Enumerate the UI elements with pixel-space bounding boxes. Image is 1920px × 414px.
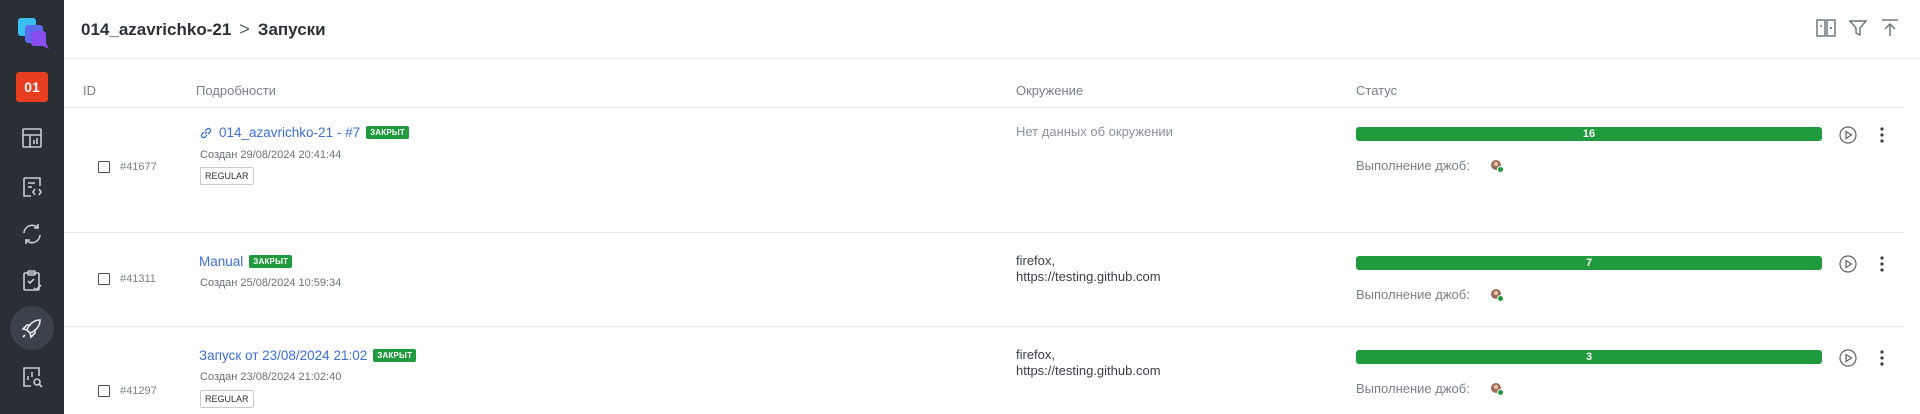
status-badge: ЗАКРЫТ (373, 349, 417, 362)
launch-id: #41311 (120, 273, 156, 285)
project-badge[interactable]: 01 (16, 72, 48, 102)
launch-tag: REGULAR (200, 167, 254, 185)
launch-title-text[interactable]: Manual (199, 254, 243, 269)
column-id: ID (83, 83, 96, 98)
launches-icon (21, 319, 41, 339)
run-icon[interactable] (1838, 125, 1858, 145)
row-checkbox[interactable] (98, 273, 110, 285)
column-status: Статус (1356, 83, 1398, 98)
breadcrumb-separator: > (239, 19, 250, 39)
sync-icon (23, 224, 41, 244)
table-row[interactable]: #41311 Manual ЗАКРЫТ Создан 25/08/2024 1… (64, 233, 1904, 327)
page-header: 014_azavrichko-21 > Запуски (64, 0, 1920, 59)
environment-line: https://testing.github.com (1016, 363, 1161, 378)
app-logo[interactable] (16, 16, 50, 50)
environment-line: https://testing.github.com (1016, 269, 1161, 284)
user-avatar[interactable] (1490, 159, 1504, 173)
upload-icon[interactable] (1878, 16, 1902, 40)
nav-checklist[interactable] (10, 259, 54, 303)
more-menu-icon[interactable] (1872, 348, 1892, 368)
jobs-label: Выполнение джоб: (1356, 381, 1470, 396)
user-avatar[interactable] (1490, 288, 1504, 302)
table-row[interactable]: #41297 Запуск от 23/08/2024 21:02 ЗАКРЫТ… (64, 327, 1904, 414)
launch-title-text[interactable]: Запуск от 23/08/2024 21:02 (199, 348, 367, 363)
nav-sync[interactable] (10, 212, 54, 256)
launch-title-text[interactable]: 014_azavrichko-21 - #7 (219, 125, 360, 140)
status-progress-bar[interactable]: 16 (1356, 127, 1822, 141)
link-icon (200, 127, 212, 138)
launch-id: #41677 (120, 161, 157, 173)
nav-analytics[interactable] (10, 355, 54, 399)
more-menu-icon[interactable] (1872, 125, 1892, 145)
dashboard-icon (22, 128, 42, 148)
breadcrumb: 014_azavrichko-21 > Запуски (81, 19, 326, 40)
column-details: Подробности (196, 83, 276, 98)
table-header: ID Подробности Окружение Статус (64, 60, 1904, 108)
user-avatar[interactable] (1490, 382, 1504, 396)
sidebar: 01 (0, 0, 64, 414)
analytics-icon (23, 367, 43, 388)
environment-line: firefox, (1016, 253, 1056, 268)
launch-title[interactable]: Manual ЗАКРЫТ (199, 254, 293, 269)
row-checkbox[interactable] (98, 385, 110, 397)
status-progress-bar[interactable]: 7 (1356, 256, 1822, 270)
breadcrumb-page: Запуски (257, 19, 326, 39)
environment-line: Нет данных об окружении (1016, 124, 1173, 139)
nav-dashboard[interactable] (10, 116, 54, 160)
launch-tag: REGULAR (200, 390, 254, 408)
environment-line: firefox, (1016, 347, 1056, 362)
jobs-label: Выполнение джоб: (1356, 287, 1470, 302)
compare-icon[interactable] (1814, 16, 1838, 40)
test-cases-icon (23, 177, 42, 197)
launch-title[interactable]: 014_azavrichko-21 - #7 ЗАКРЫТ (199, 125, 410, 140)
run-icon[interactable] (1838, 254, 1858, 274)
more-menu-icon[interactable] (1872, 254, 1892, 274)
status-progress-bar[interactable]: 3 (1356, 350, 1822, 364)
environment: firefox, https://testing.github.com (1016, 253, 1161, 285)
run-icon[interactable] (1838, 348, 1858, 368)
environment: Нет данных об окружении (1016, 124, 1173, 140)
breadcrumb-project[interactable]: 014_azavrichko-21 (81, 20, 231, 40)
table-row[interactable]: #41677 014_azavrichko-21 - #7 ЗАКРЫТ Соз… (64, 108, 1904, 233)
jobs-label: Выполнение джоб: (1356, 158, 1470, 173)
filter-icon[interactable] (1846, 16, 1870, 40)
nav-launches[interactable] (10, 306, 54, 350)
checklist-icon (23, 270, 42, 292)
environment: firefox, https://testing.github.com (1016, 347, 1161, 379)
launch-id: #41297 (120, 385, 157, 397)
created-date: Создан 23/08/2024 21:02:40 (200, 371, 342, 383)
status-badge: ЗАКРЫТ (366, 126, 410, 139)
launch-title[interactable]: Запуск от 23/08/2024 21:02 ЗАКРЫТ (199, 348, 417, 363)
nav-test-cases[interactable] (10, 165, 54, 209)
created-date: Создан 29/08/2024 20:41:44 (200, 149, 342, 161)
row-checkbox[interactable] (98, 161, 110, 173)
status-badge: ЗАКРЫТ (249, 255, 293, 268)
column-environment: Окружение (1016, 83, 1084, 98)
created-date: Создан 25/08/2024 10:59:34 (200, 277, 342, 289)
